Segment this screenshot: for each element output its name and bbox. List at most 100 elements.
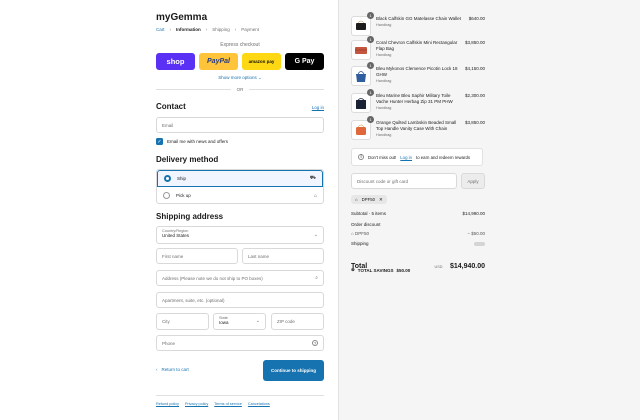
last-name-field[interactable]: Last name (242, 248, 324, 264)
chevron-down-icon: ⌄ (255, 318, 260, 324)
cart-item: 1 Coral Chevron Calfskin Mini Rectangula… (351, 36, 485, 64)
delivery-option-ship[interactable]: Ship ⛟ (157, 170, 323, 187)
product-name: Coral Chevron Calfskin Mini Rectangular … (376, 40, 458, 57)
product-price: $2,300.00 (464, 93, 485, 98)
quantity-badge: 1 (367, 116, 374, 123)
delivery-option-pickup[interactable]: Pick up ⌂ (157, 187, 323, 204)
state-select[interactable]: State Iowa ⌄ (213, 313, 266, 330)
shipping-pending-indicator (474, 241, 485, 246)
or-divider: OR (156, 87, 324, 92)
amazon-pay-button[interactable]: amazon pay (242, 53, 281, 70)
currency-code: USD (434, 265, 443, 269)
remove-discount-icon[interactable]: ✕ (379, 197, 383, 203)
pickup-radio[interactable] (163, 192, 170, 199)
paypal-button[interactable]: PayPal (199, 53, 238, 70)
address-placeholder: Address (Please note we do not ship to P… (162, 275, 263, 281)
store-name[interactable]: myGemma (156, 12, 207, 23)
search-icon: ⌕ (315, 275, 318, 281)
delivery-method-group: Ship ⛟ Pick up ⌂ (156, 169, 324, 204)
discount-code-input[interactable]: Discount code or gift card (351, 173, 457, 189)
product-variant: Handbag (376, 79, 392, 83)
policy-links: Refund policy Privacy policy Terms of se… (156, 402, 270, 406)
apartment-field[interactable]: Apartment, suite, etc. (optional) (156, 292, 324, 308)
savings-value: $50.00 (396, 267, 411, 273)
divider-line (249, 89, 324, 90)
product-thumbnail (351, 93, 371, 113)
chevron-down-icon: ⌄ (313, 232, 318, 238)
rewards-rest: to earn and redeem rewards (416, 154, 470, 160)
savings-tag-icon: ⊗ (351, 267, 355, 272)
return-to-cart-link[interactable]: ‹ Return to cart (156, 367, 189, 372)
address-field[interactable]: Address (Please note we do not ship to P… (156, 270, 324, 286)
quantity-badge: 1 (367, 36, 374, 43)
delivery-heading: Delivery method (156, 155, 219, 164)
apply-discount-button[interactable]: Apply (461, 173, 485, 189)
cancelations-link[interactable]: Cancelations (248, 402, 270, 406)
rewards-text: Don't miss out! (368, 154, 397, 160)
return-label: Return to cart (161, 367, 189, 372)
discount-code-label: ⌂ DPF50 (351, 231, 369, 236)
product-variant: Handbag (376, 133, 392, 137)
ship-radio[interactable] (164, 175, 171, 182)
truck-icon: ⛟ (309, 175, 316, 181)
product-name: Bleu Marine Bleu Saphir Military Toile V… (376, 93, 453, 110)
savings-label: TOTAL SAVINGS (357, 267, 394, 273)
subtotal-value: $14,990.00 (462, 211, 485, 216)
order-summary-panel: 1 Black Calfskin GG Matelasse Chain Wall… (338, 0, 640, 420)
cart-item: 1 Bleu Marine Bleu Saphir Military Toile… (351, 89, 485, 117)
breadcrumb-cart[interactable]: Cart (156, 27, 165, 32)
news-checkbox[interactable]: ✓ (156, 138, 163, 145)
quantity-badge: 1 (367, 89, 374, 96)
discount-code-row: ⌂ DPF50 − $50.00 (351, 231, 485, 236)
continue-to-shipping-button[interactable]: Continue to shipping (263, 360, 324, 381)
state-value: Iowa (219, 320, 229, 325)
breadcrumb-information: Information (176, 27, 201, 32)
product-variant: Handbag (376, 23, 392, 27)
news-offers-option[interactable]: ✓ Email me with news and offers (156, 138, 228, 145)
order-discount-row: Order discount (351, 222, 485, 227)
email-field[interactable]: Email (156, 117, 324, 133)
phone-field[interactable]: Phone ? (156, 335, 324, 351)
cart-item: 1 Orange Quilted Lambskin Beaded Small T… (351, 116, 485, 144)
rewards-login-link[interactable]: Log in (400, 155, 412, 160)
login-link[interactable]: Log in (300, 105, 324, 110)
show-more-options-link[interactable]: Show more options ⌄ (156, 75, 324, 81)
city-field[interactable]: City (156, 313, 209, 330)
breadcrumb: Cart › Information › Shipping › Payment (156, 27, 259, 32)
shipping-row: Shipping (351, 241, 485, 246)
zip-field[interactable]: ZIP code (271, 313, 324, 330)
checkout-form-panel: myGemma Cart › Information › Shipping › … (0, 0, 338, 420)
chevron-right-icon: › (234, 27, 237, 32)
info-icon: i (358, 154, 364, 160)
product-name: Black Calfskin GG Matelasse Chain Wallet… (376, 16, 461, 27)
subtotal-row: Subtotal · 5 items $14,990.00 (351, 211, 485, 216)
subtotal-label: Subtotal · 5 items (351, 211, 387, 216)
express-checkout-title: Express checkout (220, 42, 260, 48)
google-pay-button[interactable]: G Pay (285, 53, 324, 70)
rewards-banner: i Don't miss out! Log in to earn and red… (351, 148, 483, 166)
apartment-placeholder: Apartment, suite, etc. (optional) (162, 297, 225, 303)
help-icon[interactable]: ? (312, 340, 318, 346)
refund-policy-link[interactable]: Refund policy (156, 402, 179, 406)
product-name: Bleu Mykonos Clemence Picotin Lock 18 GH… (376, 66, 458, 83)
product-thumbnail (351, 66, 371, 86)
discount-placeholder: Discount code or gift card (357, 178, 409, 184)
breadcrumb-shipping: Shipping (212, 27, 230, 32)
shop-pay-button[interactable]: shop (156, 53, 195, 70)
shipping-label: Shipping (351, 241, 369, 246)
store-icon: ⌂ (313, 192, 317, 199)
total-value: $14,940.00 (449, 263, 485, 270)
country-select[interactable]: Country/Region United States ⌄ (156, 226, 324, 244)
divider-line (156, 89, 231, 90)
quantity-badge: 1 (367, 62, 374, 69)
first-name-field[interactable]: First name (156, 248, 238, 264)
terms-of-service-link[interactable]: Terms of service (214, 402, 242, 406)
privacy-policy-link[interactable]: Privacy policy (185, 402, 208, 406)
applied-discount-tag: ⌂ DPF50 ✕ (351, 195, 387, 204)
contact-heading: Contact (156, 102, 186, 111)
city-placeholder: City (162, 319, 170, 324)
chevron-right-icon: › (205, 27, 208, 32)
zip-placeholder: ZIP code (277, 319, 295, 324)
product-price: $640.00 (468, 16, 485, 21)
product-price: $3,850.00 (464, 120, 485, 125)
